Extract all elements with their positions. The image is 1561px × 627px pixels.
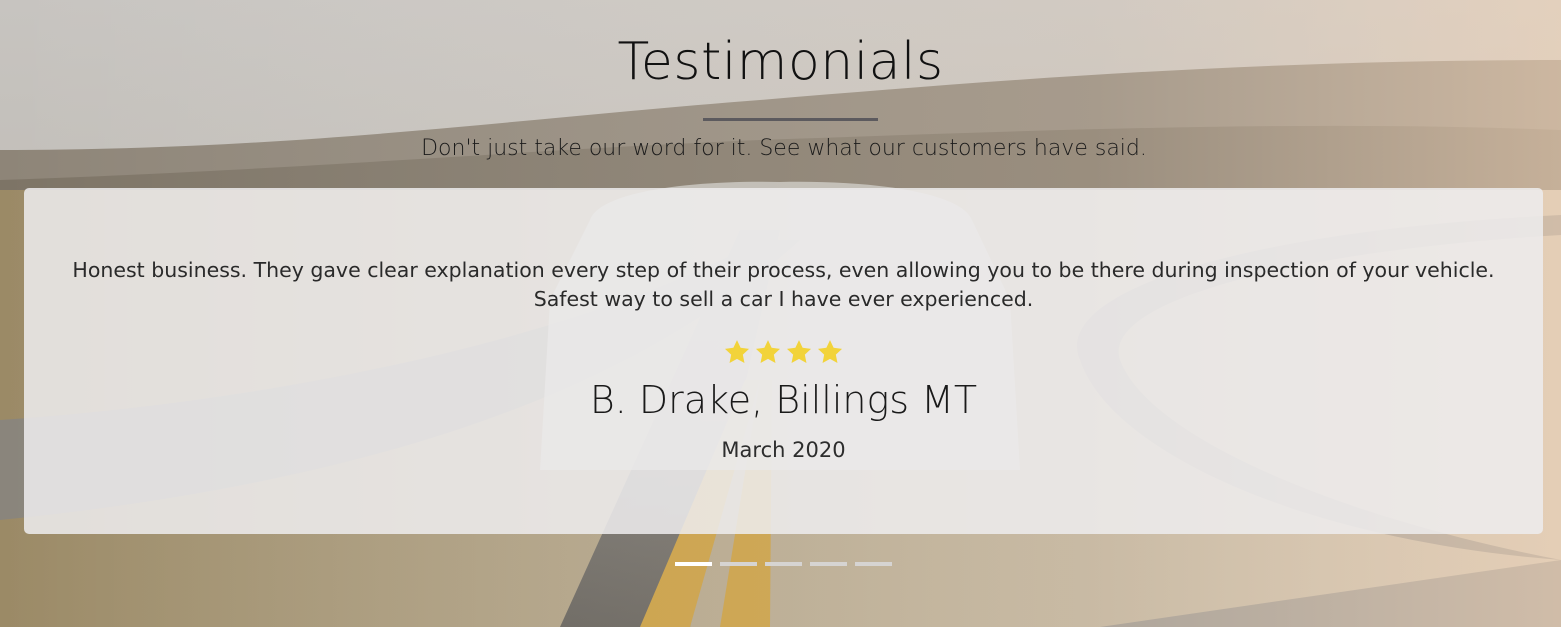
carousel-indicator-4[interactable] [810, 562, 847, 566]
testimonials-section: Testimonials Don't just take our word fo… [0, 0, 1561, 627]
rating-stars [24, 338, 1543, 366]
star-icon [817, 340, 843, 363]
star-icon [755, 340, 781, 363]
carousel-indicator-3[interactable] [765, 562, 802, 566]
carousel-indicator-1[interactable] [675, 562, 712, 566]
section-subtitle: Don't just take our word for it. See wha… [421, 136, 1147, 161]
section-title: Testimonials [617, 32, 944, 92]
star-icon [724, 340, 750, 363]
carousel-indicator-2[interactable] [720, 562, 757, 566]
title-divider [703, 118, 878, 121]
star-icon [786, 340, 812, 363]
testimonial-quote: Honest business. They gave clear explana… [72, 258, 1495, 311]
testimonial-author: B. Drake, Billings MT [589, 378, 978, 422]
carousel-indicator-5[interactable] [855, 562, 892, 566]
carousel-indicators [675, 562, 900, 568]
testimonial-date: March 2020 [721, 438, 846, 462]
testimonial-card: Honest business. They gave clear explana… [24, 188, 1543, 534]
